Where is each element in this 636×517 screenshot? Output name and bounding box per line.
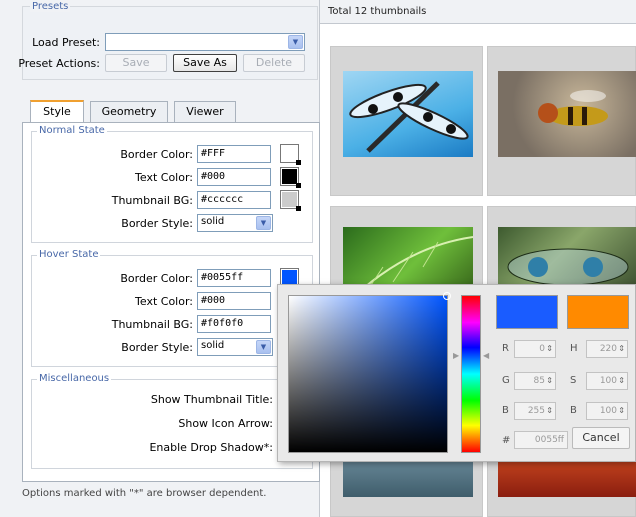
wasp-thumbnail[interactable] bbox=[498, 71, 636, 157]
gallery-editor: Presets Load Preset: ▼ Preset Actions: S… bbox=[0, 0, 636, 517]
chevron-down-icon[interactable]: ▼ bbox=[288, 35, 303, 49]
bottom-left-thumbnail[interactable] bbox=[343, 457, 473, 497]
hover-thumb-bg-input[interactable]: #f0f0f0 bbox=[197, 315, 271, 333]
wasp-image bbox=[538, 90, 608, 126]
normal-border-style-select[interactable]: solid ▼ bbox=[197, 214, 273, 232]
presets-legend: Presets bbox=[30, 1, 71, 12]
spinner-icon[interactable]: ⇕ bbox=[546, 341, 553, 357]
tab-style[interactable]: Style bbox=[30, 100, 84, 124]
preset-actions-label: Preset Actions: bbox=[18, 57, 100, 70]
normal-thumb-bg-input[interactable]: #cccccc bbox=[197, 191, 271, 209]
settings-panel: Presets Load Preset: ▼ Preset Actions: S… bbox=[0, 0, 320, 517]
hover-border-style-label: Border Style: bbox=[121, 341, 193, 354]
hex-field[interactable]: 0055ff bbox=[514, 431, 568, 449]
chevron-down-icon[interactable]: ▼ bbox=[256, 340, 271, 354]
r-value: 0 bbox=[539, 344, 545, 354]
r-field[interactable]: 0 ⇕ bbox=[514, 340, 556, 358]
footnote: Options marked with "*" are browser depe… bbox=[22, 488, 267, 499]
tab-geometry[interactable]: Geometry bbox=[90, 101, 168, 123]
drop-shadow-label: Enable Drop Shadow*: bbox=[149, 441, 273, 454]
normal-thumb-bg-label: Thumbnail BG: bbox=[111, 194, 193, 207]
spinner-icon[interactable]: ⇕ bbox=[546, 373, 553, 389]
color-picker-cursor[interactable] bbox=[443, 292, 451, 300]
saturation-value-area[interactable] bbox=[288, 292, 451, 453]
spinner-icon[interactable]: ⇕ bbox=[546, 403, 553, 419]
old-color-swatch[interactable] bbox=[567, 295, 629, 329]
save-button[interactable]: Save bbox=[105, 54, 167, 72]
dragonfly-image bbox=[349, 81, 469, 153]
hex-label: # bbox=[502, 435, 511, 446]
normal-border-style-label: Border Style: bbox=[121, 217, 193, 230]
normal-border-style-value: solid bbox=[201, 216, 225, 227]
s-field[interactable]: 100 ⇕ bbox=[586, 372, 628, 390]
delete-button[interactable]: Delete bbox=[243, 54, 305, 72]
show-title-label: Show Thumbnail Title: bbox=[150, 393, 273, 406]
hover-border-color-input[interactable]: #0055ff bbox=[197, 269, 271, 287]
save-as-button[interactable]: Save As bbox=[173, 54, 237, 72]
h-value: 220 bbox=[599, 344, 617, 354]
swatch-dropdown-icon bbox=[296, 160, 301, 165]
hover-border-color-label: Border Color: bbox=[120, 272, 193, 285]
brightness-field[interactable]: 100 ⇕ bbox=[586, 402, 628, 420]
spinner-icon[interactable]: ⇕ bbox=[618, 341, 625, 357]
color-picker: ▶ ◀ R 0 ⇕ H 220 ⇕ G 85 ⇕ S 100 ⇕ B 255 ⇕ B 10… bbox=[277, 284, 636, 462]
b-value: 255 bbox=[527, 406, 545, 416]
misc-legend: Miscellaneous bbox=[37, 373, 112, 384]
swatch-dropdown-icon bbox=[296, 183, 301, 188]
load-preset-select[interactable]: ▼ bbox=[105, 33, 305, 51]
normal-border-color-swatch[interactable] bbox=[280, 144, 301, 165]
thumbnail-count: Total 12 thumbnails bbox=[320, 0, 636, 24]
hover-text-color-label: Text Color: bbox=[135, 295, 193, 308]
g-value: 85 bbox=[533, 376, 545, 386]
chevron-down-icon[interactable]: ▼ bbox=[256, 216, 271, 230]
hover-thumb-bg-label: Thumbnail BG: bbox=[111, 318, 193, 331]
hue-left-arrow-icon: ▶ bbox=[453, 351, 460, 360]
swatch-dropdown-icon bbox=[296, 206, 301, 211]
thumbnail-cell[interactable] bbox=[330, 46, 483, 196]
hover-state-legend: Hover State bbox=[37, 249, 101, 260]
show-arrow-label: Show Icon Arrow: bbox=[178, 417, 273, 430]
thumbnail-cell[interactable] bbox=[487, 46, 636, 196]
normal-border-color-label: Border Color: bbox=[120, 148, 193, 161]
normal-border-color-input[interactable]: #FFF bbox=[197, 145, 271, 163]
brightness-value: 100 bbox=[599, 406, 617, 416]
hover-text-color-input[interactable]: #000 bbox=[197, 292, 271, 310]
bottom-right-thumbnail[interactable] bbox=[498, 457, 636, 497]
spinner-icon[interactable]: ⇕ bbox=[618, 373, 625, 389]
h-field[interactable]: 220 ⇕ bbox=[586, 340, 628, 358]
g-label: G bbox=[502, 375, 510, 386]
normal-text-color-input[interactable]: #000 bbox=[197, 168, 271, 186]
hover-border-style-select[interactable]: solid ▼ bbox=[197, 338, 273, 356]
load-preset-label: Load Preset: bbox=[32, 36, 100, 49]
b-label: B bbox=[502, 405, 509, 416]
s-value: 100 bbox=[599, 376, 617, 386]
spinner-icon[interactable]: ⇕ bbox=[618, 403, 625, 419]
h-label: H bbox=[570, 343, 578, 354]
g-field[interactable]: 85 ⇕ bbox=[514, 372, 556, 390]
brightness-label: B bbox=[570, 405, 577, 416]
hue-right-arrow-icon: ◀ bbox=[483, 351, 490, 360]
tab-viewer[interactable]: Viewer bbox=[174, 101, 236, 123]
cancel-button[interactable]: Cancel bbox=[572, 427, 630, 449]
b-field[interactable]: 255 ⇕ bbox=[514, 402, 556, 420]
normal-state-legend: Normal State bbox=[37, 125, 107, 136]
r-label: R bbox=[502, 343, 509, 354]
normal-thumb-bg-swatch[interactable] bbox=[280, 190, 301, 211]
hover-border-style-value: solid bbox=[201, 340, 225, 351]
s-label: S bbox=[570, 375, 577, 386]
style-tab-body: Normal State Border Color: #FFF Text Col… bbox=[22, 122, 320, 482]
normal-text-color-swatch[interactable] bbox=[280, 167, 301, 188]
hue-slider[interactable] bbox=[461, 295, 481, 453]
normal-text-color-label: Text Color: bbox=[135, 171, 193, 184]
dragonfly-thumbnail[interactable] bbox=[343, 71, 473, 157]
new-color-swatch bbox=[496, 295, 558, 329]
